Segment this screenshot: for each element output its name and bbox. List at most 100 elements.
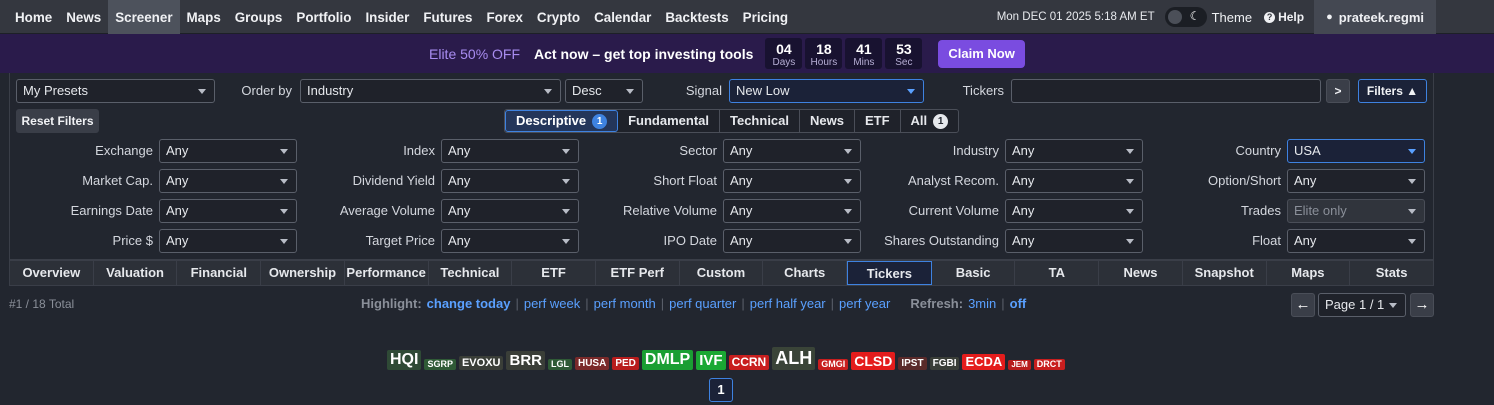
order-by-select[interactable]: Industry — [300, 79, 561, 103]
filter-tab-etf[interactable]: ETF — [855, 110, 901, 132]
filter-select-dividend-yield[interactable]: Any — [441, 169, 579, 193]
nav-pricing[interactable]: Pricing — [736, 0, 795, 34]
nav-insider[interactable]: Insider — [358, 0, 416, 34]
order-direction-select[interactable]: Desc — [565, 79, 643, 103]
filter-tab-fundamental[interactable]: Fundamental — [618, 110, 720, 132]
ticker-hqi[interactable]: HQI — [387, 350, 422, 370]
view-tab-financial[interactable]: Financial — [177, 261, 262, 285]
ticker-drct[interactable]: DRCT — [1033, 359, 1065, 370]
ticker-ipst[interactable]: IPST — [898, 357, 927, 370]
ticker-ivf[interactable]: IVF — [696, 351, 726, 370]
filters-toggle-button[interactable]: Filters ▲ — [1358, 79, 1427, 103]
page-select[interactable]: Page 1 / 1 — [1318, 293, 1406, 317]
view-tab-ta[interactable]: TA — [1015, 261, 1100, 285]
ticker-lgl[interactable]: LGL — [547, 359, 572, 370]
reset-filters-button[interactable]: Reset Filters — [16, 109, 99, 133]
highlight-perf-half-year-link[interactable]: perf half year — [750, 296, 826, 311]
presets-select[interactable]: My Presets — [16, 79, 215, 103]
nav-forex[interactable]: Forex — [479, 0, 529, 34]
user-menu[interactable]: ● prateek.regmi — [1314, 0, 1436, 34]
page-1-button[interactable]: 1 — [709, 378, 733, 402]
claim-now-button[interactable]: Claim Now — [938, 39, 1025, 68]
ticker-alh[interactable]: ALH — [772, 347, 816, 370]
filter-select-industry[interactable]: Any — [1005, 139, 1143, 163]
help-link[interactable]: ? Help — [1264, 10, 1304, 24]
view-tab-news[interactable]: News — [1099, 261, 1183, 285]
filter-select-target-price[interactable]: Any — [441, 229, 579, 253]
ticker-ecda[interactable]: ECDA — [962, 354, 1006, 370]
filter-select-sector[interactable]: Any — [723, 139, 861, 163]
nav-news[interactable]: News — [59, 0, 108, 34]
filter-label-index: Index — [403, 143, 435, 158]
refresh-3min-link[interactable]: 3min — [968, 296, 996, 311]
prev-page-button[interactable]: ← — [1291, 293, 1315, 317]
view-tab-technical[interactable]: Technical — [429, 261, 513, 285]
view-tab-basic[interactable]: Basic — [932, 261, 1016, 285]
nav-calendar[interactable]: Calendar — [587, 0, 658, 34]
view-tab-custom[interactable]: Custom — [680, 261, 764, 285]
view-tab-overview[interactable]: Overview — [10, 261, 94, 285]
view-tab-snapshot[interactable]: Snapshot — [1183, 261, 1267, 285]
tickers-input[interactable] — [1011, 79, 1321, 103]
view-tab-stats[interactable]: Stats — [1350, 261, 1433, 285]
filter-select-average-volume[interactable]: Any — [441, 199, 579, 223]
tickers-go-button[interactable]: > — [1326, 79, 1350, 103]
nav-crypto[interactable]: Crypto — [530, 0, 587, 34]
highlight-perf-week-link[interactable]: perf week — [524, 296, 580, 311]
next-page-button[interactable]: → — [1410, 293, 1434, 317]
signal-select[interactable]: New Low — [729, 79, 924, 103]
view-tab-maps[interactable]: Maps — [1267, 261, 1351, 285]
highlight-perf-year-link[interactable]: perf year — [839, 296, 890, 311]
filter-select-price[interactable]: Any — [159, 229, 297, 253]
filter-select-short-float[interactable]: Any — [723, 169, 861, 193]
filter-select-market-cap[interactable]: Any — [159, 169, 297, 193]
nav-home[interactable]: Home — [8, 0, 59, 34]
filter-select-exchange[interactable]: Any — [159, 139, 297, 163]
ticker-fgbi[interactable]: FGBI — [929, 357, 960, 370]
ticker-brr[interactable]: BRR — [506, 351, 545, 370]
ticker-gmgi[interactable]: GMGI — [818, 359, 849, 370]
filter-select-earnings-date[interactable]: Any — [159, 199, 297, 223]
refresh-off-link[interactable]: off — [1010, 296, 1027, 311]
filter-select-shares-outstanding[interactable]: Any — [1005, 229, 1143, 253]
filter-select-analyst-recom[interactable]: Any — [1005, 169, 1143, 193]
view-tab-ownership[interactable]: Ownership — [261, 261, 345, 285]
nav-groups[interactable]: Groups — [228, 0, 290, 34]
promo-elite-offer[interactable]: Elite 50% OFF — [429, 46, 520, 62]
filter-tab-news[interactable]: News — [800, 110, 855, 132]
view-tab-tickers[interactable]: Tickers — [847, 261, 932, 285]
theme-label[interactable]: Theme — [1212, 10, 1252, 25]
view-tab-etf-perf[interactable]: ETF Perf — [596, 261, 680, 285]
highlight-perf-month-link[interactable]: perf month — [594, 296, 656, 311]
ticker-evoxu[interactable]: EVOXU — [458, 356, 504, 370]
theme-toggle[interactable]: ☾ — [1164, 7, 1207, 27]
view-tab-etf[interactable]: ETF — [512, 261, 596, 285]
highlight-perf-quarter-link[interactable]: perf quarter — [669, 296, 736, 311]
nav-futures[interactable]: Futures — [416, 0, 479, 34]
ticker-ccrn[interactable]: CCRN — [728, 355, 770, 370]
filter-select-relative-volume[interactable]: Any — [723, 199, 861, 223]
filter-tab-all[interactable]: All 1 — [901, 110, 959, 132]
nav-backtests[interactable]: Backtests — [658, 0, 735, 34]
ticker-clsd[interactable]: CLSD — [851, 352, 896, 370]
view-tab-performance[interactable]: Performance — [345, 261, 429, 285]
filter-select-current-volume[interactable]: Any — [1005, 199, 1143, 223]
filter-select-country[interactable]: USA — [1287, 139, 1425, 163]
ticker-dmlp[interactable]: DMLP — [641, 350, 694, 370]
ticker-ped[interactable]: PED — [612, 357, 639, 370]
ticker-jem[interactable]: JEM — [1008, 360, 1031, 370]
filter-select-ipo-date[interactable]: Any — [723, 229, 861, 253]
view-tab-valuation[interactable]: Valuation — [94, 261, 178, 285]
nav-portfolio[interactable]: Portfolio — [289, 0, 358, 34]
filter-tab-technical[interactable]: Technical — [720, 110, 801, 132]
nav-screener[interactable]: Screener — [108, 0, 180, 34]
view-tab-charts[interactable]: Charts — [763, 261, 848, 285]
ticker-husa[interactable]: HUSA — [574, 357, 610, 370]
filter-tab-descriptive[interactable]: Descriptive 1 — [505, 110, 619, 132]
nav-maps[interactable]: Maps — [180, 0, 228, 34]
filter-select-float[interactable]: Any — [1287, 229, 1425, 253]
ticker-sgrp[interactable]: SGRP — [424, 359, 456, 370]
filter-select-option-short[interactable]: Any — [1287, 169, 1425, 193]
filter-select-index[interactable]: Any — [441, 139, 579, 163]
highlight-change-today-link[interactable]: change today — [427, 296, 511, 311]
